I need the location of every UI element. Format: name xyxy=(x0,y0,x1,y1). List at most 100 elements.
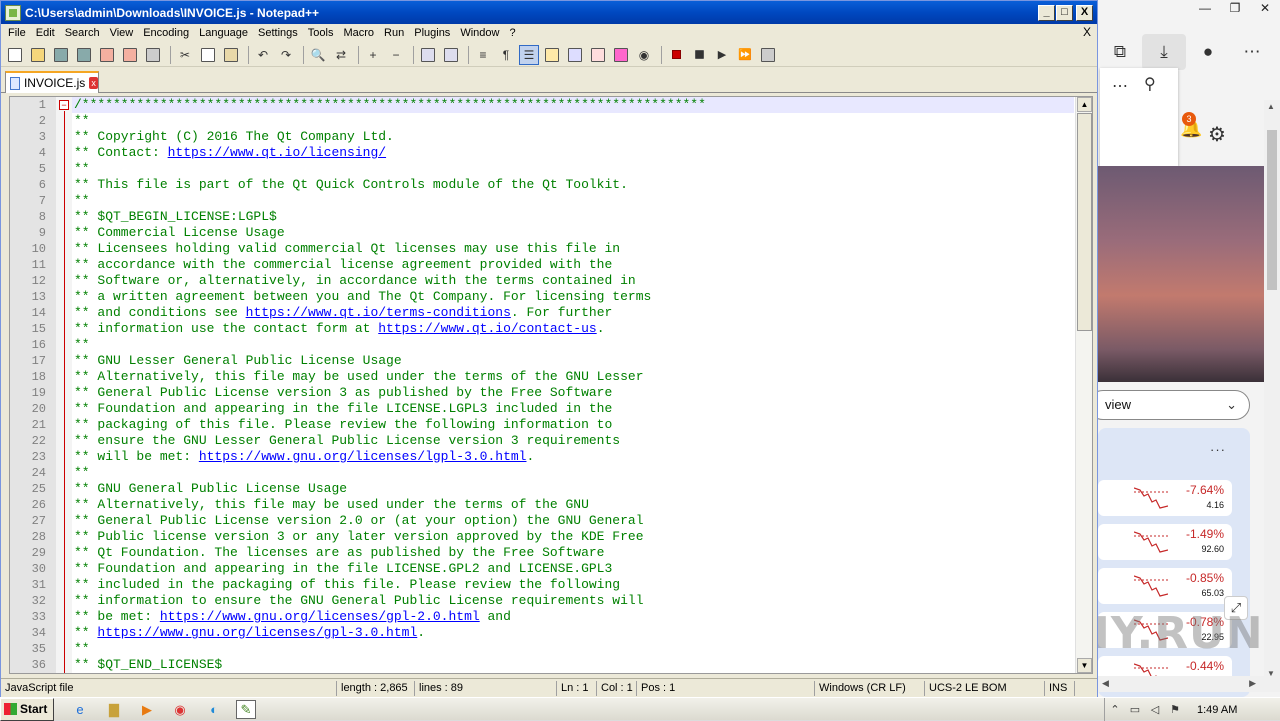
word-wrap-icon[interactable]: ≡ xyxy=(473,45,493,65)
fold-toggle-icon[interactable]: − xyxy=(59,100,69,110)
menu-window[interactable]: Window xyxy=(455,24,504,43)
code-line[interactable]: 18 ** Alternatively, this file may be use… xyxy=(32,369,1074,385)
volume-icon[interactable]: ◁ xyxy=(1145,703,1165,716)
stock-item[interactable]: -0.85% 65.03 xyxy=(1098,568,1232,604)
code-line[interactable]: 21 ** packaging of this file. Please revi… xyxy=(32,417,1074,433)
save-macro-icon[interactable] xyxy=(758,45,778,65)
scroll-up-arrow-icon[interactable]: ▲ xyxy=(1077,97,1092,112)
open-file-icon[interactable] xyxy=(28,45,48,65)
internet-explorer-icon[interactable]: e xyxy=(70,700,90,719)
chrome-icon[interactable]: ◉ xyxy=(170,700,190,719)
edge-scroll-thumb[interactable] xyxy=(1267,130,1277,290)
paste-icon[interactable] xyxy=(221,45,241,65)
menu-settings[interactable]: Settings xyxy=(253,24,303,43)
close-document-button[interactable]: X xyxy=(1083,25,1091,39)
cut-icon[interactable]: ✂ xyxy=(175,45,195,65)
code-line[interactable]: 22 ** ensure the GNU Lesser General Publi… xyxy=(32,433,1074,449)
code-line[interactable]: 10 ** Licensees holding valid commercial … xyxy=(32,241,1074,257)
code-line[interactable]: 1 /**************************************… xyxy=(39,97,1074,113)
edge-close-button[interactable]: ✕ xyxy=(1250,0,1280,18)
menu-run[interactable]: Run xyxy=(379,24,409,43)
edge-vertical-scrollbar[interactable]: ▲ ▼ xyxy=(1264,100,1280,680)
url-link[interactable]: https://www.gnu.org/licenses/gpl-2.0.htm… xyxy=(160,609,480,624)
scroll-right-arrow-icon[interactable]: ▶ xyxy=(1249,678,1256,689)
tray-expand-icon[interactable]: ⌃ xyxy=(1105,703,1125,716)
record-macro-icon[interactable] xyxy=(666,45,686,65)
stop-recording-icon[interactable] xyxy=(689,45,709,65)
menu-file[interactable]: File xyxy=(3,24,31,43)
code-line[interactable]: 12 ** Software or, alternatively, in acco… xyxy=(32,273,1074,289)
function-list-icon[interactable] xyxy=(588,45,608,65)
code-line[interactable]: 11 ** accordance with the commercial lice… xyxy=(32,257,1074,273)
scroll-down-arrow-icon[interactable]: ▼ xyxy=(1077,658,1092,673)
settings-more-icon[interactable]: ⋯ xyxy=(1230,34,1274,70)
notepad-plus-plus-taskbar-icon[interactable]: ✎ xyxy=(236,700,256,719)
edge-horizontal-scrollbar[interactable]: ◀ ▶ xyxy=(1098,676,1280,692)
code-line[interactable]: 27 ** General Public License version 2.0 … xyxy=(32,513,1074,529)
notepad-plus-plus-app-icon[interactable] xyxy=(5,4,21,21)
code-line[interactable]: 36 ** $QT_END_LICENSE$ xyxy=(32,657,1074,673)
edge-minimize-button[interactable]: — xyxy=(1190,0,1220,18)
code-line[interactable]: 3 ** Copyright (C) 2016 The Qt Company Lt… xyxy=(39,129,1074,145)
menu-language[interactable]: Language xyxy=(194,24,253,43)
run-macro-multiple-icon[interactable]: ⏩ xyxy=(735,45,755,65)
code-line[interactable]: 29 ** Qt Foundation. The licenses are as … xyxy=(32,545,1074,561)
copy-icon[interactable] xyxy=(198,45,218,65)
replace-icon[interactable]: ⇄ xyxy=(331,45,351,65)
media-player-icon[interactable]: ▶ xyxy=(137,700,157,719)
menu-help[interactable]: ? xyxy=(504,24,520,43)
code-line[interactable]: 2 ** xyxy=(39,113,1074,129)
url-link[interactable]: https://www.gnu.org/licenses/lgpl-3.0.ht… xyxy=(199,449,527,464)
url-link[interactable]: https://www.qt.io/terms-conditions xyxy=(246,305,511,320)
url-link[interactable]: https://www.qt.io/contact-us xyxy=(378,321,596,336)
card-more-icon[interactable]: ··· xyxy=(1210,442,1226,457)
code-line[interactable]: 14 ** and conditions see https://www.qt.i… xyxy=(32,305,1074,321)
code-line[interactable]: 15 ** information use the contact form at… xyxy=(32,321,1074,337)
network-icon[interactable]: ▭ xyxy=(1125,703,1145,716)
stock-item[interactable]: -1.49% 92.60 xyxy=(1098,524,1232,560)
clock[interactable]: 1:49 AM xyxy=(1197,704,1237,716)
tab-close-icon[interactable]: x xyxy=(89,77,98,89)
code-line[interactable]: 31 ** included in the packaging of this f… xyxy=(32,577,1074,593)
edge-restore-button[interactable]: ❐ xyxy=(1220,0,1250,18)
tab-invoice-js[interactable]: INVOICE.js x xyxy=(5,71,99,93)
monitoring-icon[interactable]: ◉ xyxy=(634,45,654,65)
menu-tools[interactable]: Tools xyxy=(303,24,339,43)
page-settings-gear-icon[interactable]: ⚙ xyxy=(1208,122,1226,147)
code-line[interactable]: 32 ** information to ensure the GNU Gener… xyxy=(32,593,1074,609)
url-link[interactable]: https://www.gnu.org/licenses/gpl-3.0.htm… xyxy=(97,625,417,640)
code-line[interactable]: 20 ** Foundation and appearing in the fil… xyxy=(32,401,1074,417)
scroll-thumb[interactable] xyxy=(1077,113,1092,331)
close-file-icon[interactable] xyxy=(97,45,117,65)
user-language-icon[interactable] xyxy=(542,45,562,65)
menu-plugins[interactable]: Plugins xyxy=(409,24,455,43)
edge-icon[interactable]: ◐ xyxy=(204,700,224,719)
more-options-icon[interactable]: ⋯ xyxy=(1112,76,1128,96)
scroll-up-arrow-icon[interactable]: ▲ xyxy=(1267,102,1275,111)
menu-macro[interactable]: Macro xyxy=(338,24,379,43)
collections-icon[interactable]: ⧉ xyxy=(1098,34,1142,70)
zoom-in-icon[interactable]: + xyxy=(363,45,383,65)
code-line[interactable]: 25 ** GNU General Public License Usage xyxy=(32,481,1074,497)
code-line[interactable]: 33 ** be met: https://www.gnu.org/license… xyxy=(32,609,1074,625)
find-icon[interactable]: 🔍 xyxy=(308,45,328,65)
code-editor[interactable]: − 1 /************************************… xyxy=(9,96,1093,674)
profile-avatar[interactable]: ● xyxy=(1186,34,1230,70)
folder-as-workspace-icon[interactable] xyxy=(611,45,631,65)
code-line[interactable]: 4 ** Contact: https://www.qt.io/licensing… xyxy=(39,145,1074,161)
print-icon[interactable] xyxy=(143,45,163,65)
fold-margin[interactable]: − xyxy=(56,97,72,673)
save-icon[interactable] xyxy=(51,45,71,65)
downloads-icon[interactable]: ⤓ xyxy=(1142,34,1186,70)
indent-guide-icon[interactable]: ☰ xyxy=(519,44,539,65)
sync-vertical-icon[interactable] xyxy=(418,45,438,65)
save-all-icon[interactable] xyxy=(74,45,94,65)
scroll-left-arrow-icon[interactable]: ◀ xyxy=(1102,678,1109,689)
code-line[interactable]: 5 ** xyxy=(39,161,1074,177)
file-explorer-icon[interactable]: ▇ xyxy=(104,700,124,719)
code-line[interactable]: 19 ** General Public License version 3 as… xyxy=(32,385,1074,401)
code-line[interactable]: 35 ** xyxy=(32,641,1074,657)
code-line[interactable]: 16 ** xyxy=(32,337,1074,353)
code-line[interactable]: 7 ** xyxy=(39,193,1074,209)
action-center-flag-icon[interactable]: ⚑ xyxy=(1165,703,1185,716)
